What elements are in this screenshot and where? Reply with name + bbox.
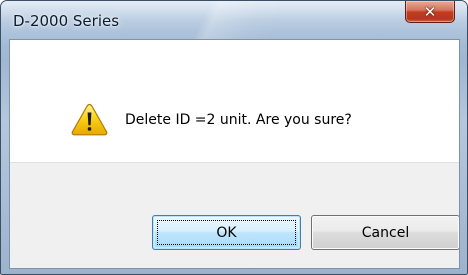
ok-button-label: OK xyxy=(216,224,237,241)
dialog-client-area: Delete ID =2 unit. Are you sure? OK Canc… xyxy=(9,39,460,269)
close-button[interactable]: ✕ xyxy=(405,1,455,23)
cancel-button[interactable]: Cancel xyxy=(311,215,459,250)
dialog-window: D-2000 Series ✕ Delete ID =2 unit. Are y… xyxy=(0,0,468,275)
cancel-button-label: Cancel xyxy=(361,224,410,241)
confirmation-message: Delete ID =2 unit. Are you sure? xyxy=(125,112,352,128)
window-title: D-2000 Series xyxy=(13,12,120,30)
ok-button[interactable]: OK xyxy=(152,215,301,250)
message-area: Delete ID =2 unit. Are you sure? xyxy=(10,40,459,162)
close-icon: ✕ xyxy=(423,2,437,21)
button-bar: OK Cancel xyxy=(10,162,459,268)
title-bar[interactable]: D-2000 Series ✕ xyxy=(1,1,467,41)
warning-icon xyxy=(71,103,108,136)
